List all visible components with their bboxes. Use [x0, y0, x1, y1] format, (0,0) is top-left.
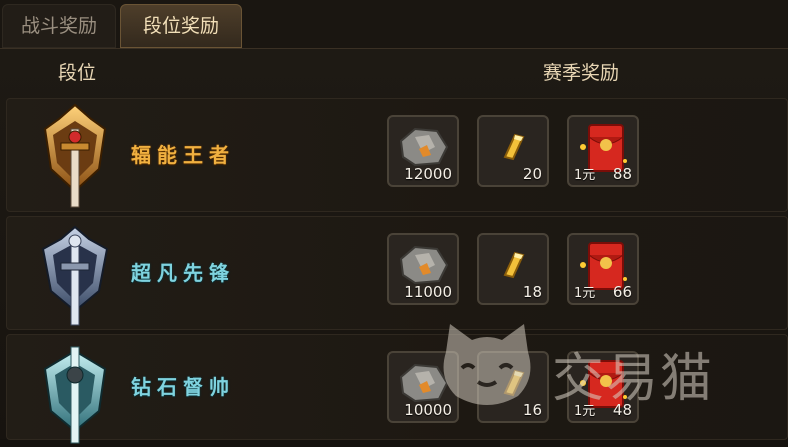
rank-name: 超凡先锋 — [131, 261, 235, 285]
reward-slot[interactable]: 12000 — [387, 115, 459, 187]
season-rewards-column-header: 赛季奖励 — [543, 62, 620, 84]
watermark-text: 交易猫 — [552, 349, 715, 409]
cat-face-icon — [443, 324, 531, 405]
reward-slot[interactable]: 1元 66 — [567, 233, 639, 305]
reward-slot[interactable]: 20 — [477, 115, 549, 187]
reward-quantity: 66 — [612, 283, 632, 301]
reward-quantity: 12000 — [404, 165, 452, 183]
tab-bar: 战斗奖励 段位奖励 — [0, 0, 788, 48]
silver-sword-badge-icon — [41, 225, 109, 326]
reward-note: 1元 — [574, 286, 596, 301]
rank-row: 辐能王者 12000 20 1元 88 — [6, 98, 788, 212]
teal-sword-badge-icon — [43, 346, 107, 444]
reward-quantity: 20 — [522, 165, 542, 183]
rank-name: 辐能王者 — [131, 143, 235, 167]
rank-row: 超凡先锋 11000 18 1元 66 — [6, 216, 788, 330]
watermark: 交易猫 — [432, 318, 788, 414]
tab-battle-rewards[interactable]: 战斗奖励 — [2, 4, 116, 48]
reward-slot[interactable]: 1元 88 — [567, 115, 639, 187]
tab-rank-rewards[interactable]: 段位奖励 — [120, 4, 242, 48]
reward-slot[interactable]: 18 — [477, 233, 549, 305]
reward-note: 1元 — [574, 168, 596, 183]
rank-name: 钻石督帅 — [131, 375, 235, 399]
reward-quantity: 11000 — [404, 283, 452, 301]
reward-slot[interactable]: 11000 — [387, 233, 459, 305]
gold-sword-badge-icon — [43, 103, 107, 208]
reward-quantity: 88 — [612, 165, 632, 183]
rank-column-header: 段位 — [58, 62, 97, 84]
reward-quantity: 18 — [522, 283, 542, 301]
